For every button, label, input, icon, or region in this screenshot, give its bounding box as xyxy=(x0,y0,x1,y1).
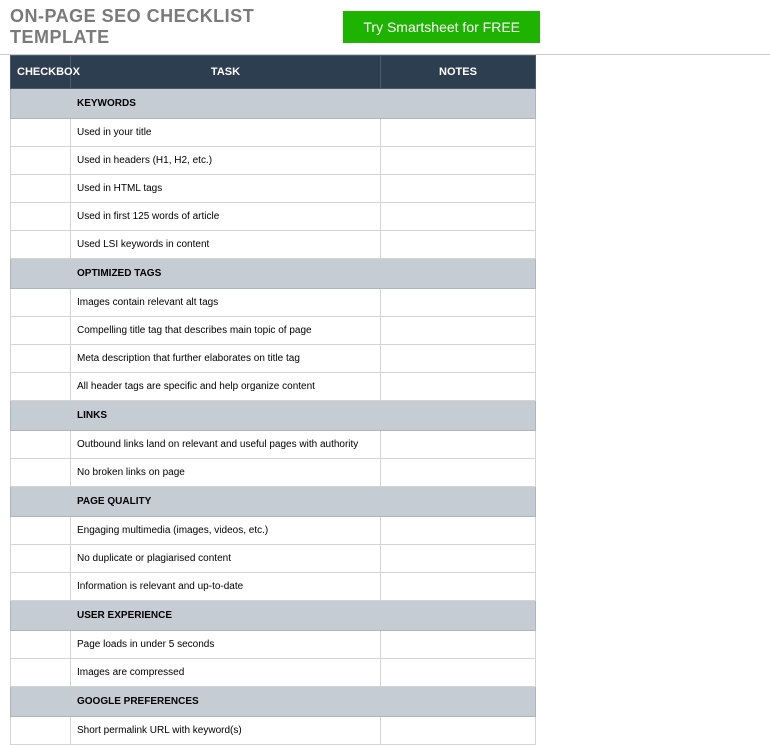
notes-cell[interactable] xyxy=(381,345,536,373)
section-name: OPTIMIZED TAGS xyxy=(71,259,536,289)
table-row: No duplicate or plagiarised content xyxy=(11,545,536,573)
section-name: GOOGLE PREFERENCES xyxy=(71,687,536,717)
notes-cell[interactable] xyxy=(381,659,536,687)
checkbox-cell[interactable] xyxy=(11,459,71,487)
checkbox-cell[interactable] xyxy=(11,317,71,345)
section-checkbox-cell xyxy=(11,687,71,717)
checkbox-cell[interactable] xyxy=(11,717,71,745)
section-name: LINKS xyxy=(71,401,536,431)
task-cell: Images are compressed xyxy=(71,659,381,687)
notes-cell[interactable] xyxy=(381,119,536,147)
section-name: PAGE QUALITY xyxy=(71,487,536,517)
table-body: KEYWORDSUsed in your titleUsed in header… xyxy=(11,89,536,745)
header-bar: ON-PAGE SEO CHECKLIST TEMPLATE Try Smart… xyxy=(0,0,770,55)
notes-cell[interactable] xyxy=(381,517,536,545)
table-row: Compelling title tag that describes main… xyxy=(11,317,536,345)
table-row: Outbound links land on relevant and usef… xyxy=(11,431,536,459)
section-checkbox-cell xyxy=(11,601,71,631)
page-title: ON-PAGE SEO CHECKLIST TEMPLATE xyxy=(10,6,343,48)
checkbox-cell[interactable] xyxy=(11,517,71,545)
checkbox-cell[interactable] xyxy=(11,119,71,147)
task-cell: No broken links on page xyxy=(71,459,381,487)
section-row: PAGE QUALITY xyxy=(11,487,536,517)
table-row: Short permalink URL with keyword(s) xyxy=(11,717,536,745)
col-header-notes: NOTES xyxy=(381,56,536,89)
task-cell: Used in HTML tags xyxy=(71,175,381,203)
section-row: KEYWORDS xyxy=(11,89,536,119)
task-cell: Page loads in under 5 seconds xyxy=(71,631,381,659)
notes-cell[interactable] xyxy=(381,717,536,745)
notes-cell[interactable] xyxy=(381,231,536,259)
table-row: Page loads in under 5 seconds xyxy=(11,631,536,659)
notes-cell[interactable] xyxy=(381,175,536,203)
section-checkbox-cell xyxy=(11,259,71,289)
table-row: No broken links on page xyxy=(11,459,536,487)
notes-cell[interactable] xyxy=(381,631,536,659)
section-row: LINKS xyxy=(11,401,536,431)
notes-cell[interactable] xyxy=(381,147,536,175)
checklist-table-wrap: CHECKBOX TASK NOTES KEYWORDSUsed in your… xyxy=(0,55,770,745)
task-cell: Used in headers (H1, H2, etc.) xyxy=(71,147,381,175)
checkbox-cell[interactable] xyxy=(11,631,71,659)
task-cell: Used LSI keywords in content xyxy=(71,231,381,259)
col-header-checkbox: CHECKBOX xyxy=(11,56,71,89)
notes-cell[interactable] xyxy=(381,573,536,601)
table-row: Images contain relevant alt tags xyxy=(11,289,536,317)
section-row: USER EXPERIENCE xyxy=(11,601,536,631)
notes-cell[interactable] xyxy=(381,317,536,345)
checkbox-cell[interactable] xyxy=(11,431,71,459)
table-row: Images are compressed xyxy=(11,659,536,687)
task-cell: Short permalink URL with keyword(s) xyxy=(71,717,381,745)
section-name: USER EXPERIENCE xyxy=(71,601,536,631)
table-row: All header tags are specific and help or… xyxy=(11,373,536,401)
task-cell: No duplicate or plagiarised content xyxy=(71,545,381,573)
section-name: KEYWORDS xyxy=(71,89,536,119)
table-row: Used in your title xyxy=(11,119,536,147)
notes-cell[interactable] xyxy=(381,545,536,573)
task-cell: Used in first 125 words of article xyxy=(71,203,381,231)
notes-cell[interactable] xyxy=(381,289,536,317)
table-row: Used in first 125 words of article xyxy=(11,203,536,231)
checkbox-cell[interactable] xyxy=(11,203,71,231)
task-cell: Information is relevant and up-to-date xyxy=(71,573,381,601)
checkbox-cell[interactable] xyxy=(11,289,71,317)
task-cell: Compelling title tag that describes main… xyxy=(71,317,381,345)
table-row: Information is relevant and up-to-date xyxy=(11,573,536,601)
notes-cell[interactable] xyxy=(381,373,536,401)
task-cell: Used in your title xyxy=(71,119,381,147)
checkbox-cell[interactable] xyxy=(11,373,71,401)
section-checkbox-cell xyxy=(11,401,71,431)
checkbox-cell[interactable] xyxy=(11,573,71,601)
task-cell: All header tags are specific and help or… xyxy=(71,373,381,401)
checklist-table: CHECKBOX TASK NOTES KEYWORDSUsed in your… xyxy=(10,55,536,745)
try-smartsheet-button[interactable]: Try Smartsheet for FREE xyxy=(343,11,540,43)
checkbox-cell[interactable] xyxy=(11,345,71,373)
table-header-row: CHECKBOX TASK NOTES xyxy=(11,56,536,89)
task-cell: Outbound links land on relevant and usef… xyxy=(71,431,381,459)
col-header-task: TASK xyxy=(71,56,381,89)
checkbox-cell[interactable] xyxy=(11,545,71,573)
notes-cell[interactable] xyxy=(381,459,536,487)
table-row: Meta description that further elaborates… xyxy=(11,345,536,373)
section-checkbox-cell xyxy=(11,89,71,119)
table-row: Used in headers (H1, H2, etc.) xyxy=(11,147,536,175)
notes-cell[interactable] xyxy=(381,203,536,231)
section-row: GOOGLE PREFERENCES xyxy=(11,687,536,717)
checkbox-cell[interactable] xyxy=(11,147,71,175)
checkbox-cell[interactable] xyxy=(11,231,71,259)
task-cell: Meta description that further elaborates… xyxy=(71,345,381,373)
task-cell: Images contain relevant alt tags xyxy=(71,289,381,317)
checkbox-cell[interactable] xyxy=(11,659,71,687)
section-checkbox-cell xyxy=(11,487,71,517)
table-row: Used LSI keywords in content xyxy=(11,231,536,259)
table-row: Used in HTML tags xyxy=(11,175,536,203)
section-row: OPTIMIZED TAGS xyxy=(11,259,536,289)
notes-cell[interactable] xyxy=(381,431,536,459)
task-cell: Engaging multimedia (images, videos, etc… xyxy=(71,517,381,545)
table-row: Engaging multimedia (images, videos, etc… xyxy=(11,517,536,545)
checkbox-cell[interactable] xyxy=(11,175,71,203)
